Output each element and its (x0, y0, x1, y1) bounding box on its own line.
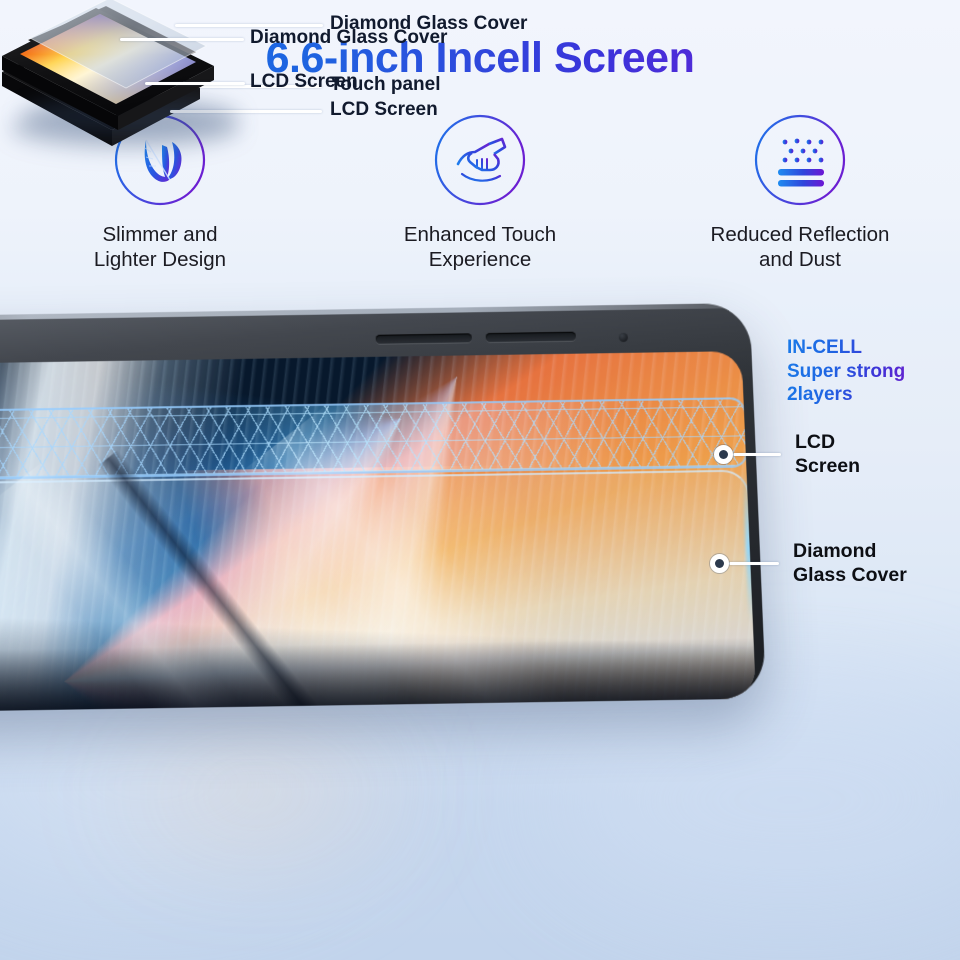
hand-touch-icon (432, 112, 528, 208)
callout-lcd-screen: LCD Screen (714, 430, 860, 478)
leader-line (145, 82, 245, 85)
phone-frame (0, 302, 767, 714)
sensor-dot (618, 332, 629, 342)
infographic-canvas: 6.6-inch Incell Screen Slimmer and Light… (0, 0, 960, 960)
dust-reflection-icon (752, 112, 848, 208)
exploded-label: LCD Screen (330, 99, 438, 120)
feature-label: Enhanced Touch Experience (403, 223, 557, 271)
callout-label: Diamond Glass Cover (793, 540, 907, 586)
callout-dot (714, 444, 733, 464)
callout-label: LCD Screen (795, 431, 861, 477)
feature-reduced-reflection: Reduced Reflection and Dust (640, 112, 960, 282)
leader-line (120, 38, 244, 41)
callout-leader-line (729, 561, 779, 565)
speaker-grille (375, 333, 472, 344)
feature-label: Slimmer and Lighter Design (93, 223, 227, 271)
feature-enhanced-touch: Enhanced Touch Experience (320, 112, 640, 282)
phone-screen (0, 351, 757, 714)
screen-shadow (0, 637, 757, 714)
incell-badge: IN-CELL Super strong 2layers (787, 337, 906, 405)
speaker-grille (485, 331, 576, 343)
feature-label: Reduced Reflection and Dust (710, 223, 890, 271)
hero-phone (0, 302, 800, 738)
background-warm-glow (120, 735, 450, 855)
frame-highlight (0, 302, 750, 323)
callout-diamond-glass-cover: Diamond Glass Cover (710, 539, 907, 587)
callout-leader-line (733, 452, 781, 456)
exploded-label: Diamond Glass Cover (250, 27, 448, 48)
callout-dot (710, 553, 729, 573)
exploded-label: LCD Screen (250, 71, 358, 92)
